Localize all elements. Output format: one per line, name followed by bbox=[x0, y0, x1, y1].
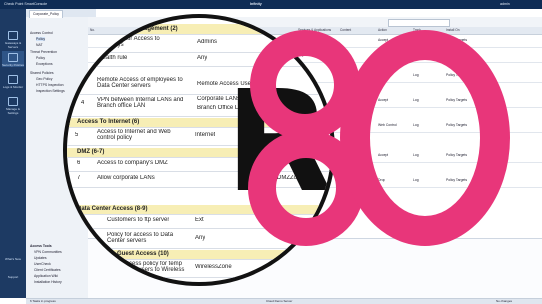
rule-name: Customers to ftp server bbox=[107, 217, 170, 223]
tree-geo-policy[interactable]: Geo Policy bbox=[36, 77, 52, 81]
nav-security-policies[interactable]: Security Policies bbox=[2, 51, 24, 67]
tool-client-certificates[interactable]: Client Certificates bbox=[34, 268, 61, 272]
nav-label: Security Policies bbox=[2, 63, 25, 67]
nav-rail: Gateways & Servers Security Policies Log… bbox=[0, 9, 26, 298]
rule-destination: Ext bbox=[195, 217, 204, 223]
rule-name: Remote Access of employees to Data Cente… bbox=[97, 77, 183, 89]
tool-updates[interactable]: Updates bbox=[34, 256, 47, 260]
rule-name: Access to Internet and Web control polic… bbox=[97, 129, 171, 141]
col-install-on[interactable]: Install On bbox=[446, 27, 459, 34]
status-changes: No changes bbox=[496, 299, 513, 303]
rule-number: 5 bbox=[75, 132, 79, 138]
rule-name: VPN between Internal LANs and Branch off… bbox=[97, 97, 184, 109]
gateway-icon bbox=[8, 31, 18, 40]
tool-vpn-communities[interactable]: VPN Communities bbox=[34, 250, 62, 254]
rule-name: Policy for access to Data Center servers bbox=[107, 232, 174, 244]
tool-installation-history[interactable]: Installation History bbox=[34, 280, 62, 284]
rule-destination: Any bbox=[195, 235, 206, 241]
tool-application-wiki[interactable]: Application Wiki bbox=[34, 274, 58, 278]
rule-name: Administrator Access to Gateways bbox=[97, 36, 160, 48]
col-action[interactable]: Action bbox=[378, 27, 387, 34]
access-tools-title: Access Tools bbox=[30, 244, 52, 248]
rule-number: 7 bbox=[77, 175, 81, 181]
tree-shared-policies[interactable]: Shared Policies bbox=[30, 71, 54, 75]
tree-policy[interactable]: Policy bbox=[36, 37, 46, 41]
tree-nat[interactable]: NAT bbox=[36, 43, 43, 47]
whats-new-button[interactable]: What's New bbox=[2, 257, 24, 269]
status-server: Cloud Demo Server bbox=[266, 299, 293, 303]
shield-icon bbox=[8, 53, 18, 62]
tree-threat-prevention[interactable]: Threat Prevention bbox=[30, 50, 57, 54]
tree-https-inspection[interactable]: HTTPS Inspection bbox=[36, 83, 64, 87]
tree-threat-policy[interactable]: Policy bbox=[36, 56, 45, 60]
gear-icon bbox=[8, 97, 18, 106]
tab-corporate-policy[interactable]: Corporate_Policy bbox=[29, 10, 64, 18]
tree-exceptions[interactable]: Exceptions bbox=[36, 62, 53, 66]
search-input[interactable] bbox=[388, 19, 450, 27]
nav-gateways[interactable]: Gateways & Servers bbox=[2, 29, 24, 49]
nav-label: Manage & Settings bbox=[6, 107, 20, 115]
nav-label: Gateways & Servers bbox=[4, 41, 22, 49]
status-tasks[interactable]: 6 Tasks in progress bbox=[30, 299, 56, 303]
logo-zero bbox=[340, 30, 510, 246]
support-button[interactable]: Support bbox=[2, 275, 24, 287]
tool-usercheck[interactable]: UserCheck bbox=[34, 262, 51, 266]
rule-number: 6 bbox=[77, 160, 81, 166]
lens-rule-row[interactable]: Access policy for temp guest users to Wi… bbox=[67, 259, 331, 279]
rule-destination: WirelessZone bbox=[195, 264, 232, 270]
tree-inspection-settings[interactable]: Inspection Settings bbox=[36, 89, 65, 93]
rule-destination: Internet bbox=[195, 132, 216, 138]
policy-tabs: Corporate_Policy bbox=[26, 9, 96, 18]
product-name: Infinity bbox=[250, 2, 262, 6]
nav-manage[interactable]: Manage & Settings bbox=[2, 95, 24, 115]
user-name[interactable]: admin bbox=[500, 0, 510, 9]
col-content[interactable]: Content bbox=[340, 27, 351, 34]
nav-logs[interactable]: Logs & Monitor bbox=[2, 73, 24, 89]
rule-destination: Any bbox=[197, 55, 208, 61]
rule-name: Stealth rule bbox=[97, 55, 128, 61]
nav-label: Logs & Monitor bbox=[2, 85, 24, 89]
rule-name: Access policy for temp guest users to Wi… bbox=[122, 261, 185, 279]
rule-destination: Admins bbox=[197, 39, 218, 45]
rule-name: Allow corporate LANs bbox=[97, 175, 155, 181]
window-title: Check Point SmartConsole bbox=[4, 2, 48, 6]
monitor-icon bbox=[8, 75, 18, 84]
tree-access-control[interactable]: Access Control bbox=[30, 31, 53, 35]
title-bar: Check Point SmartConsole Infinity admin bbox=[0, 0, 542, 9]
rule-number: 4 bbox=[81, 100, 85, 106]
status-bar: 6 Tasks in progress Cloud Demo Server No… bbox=[26, 298, 542, 304]
rule-name: Access to company's DMZ bbox=[97, 160, 168, 166]
